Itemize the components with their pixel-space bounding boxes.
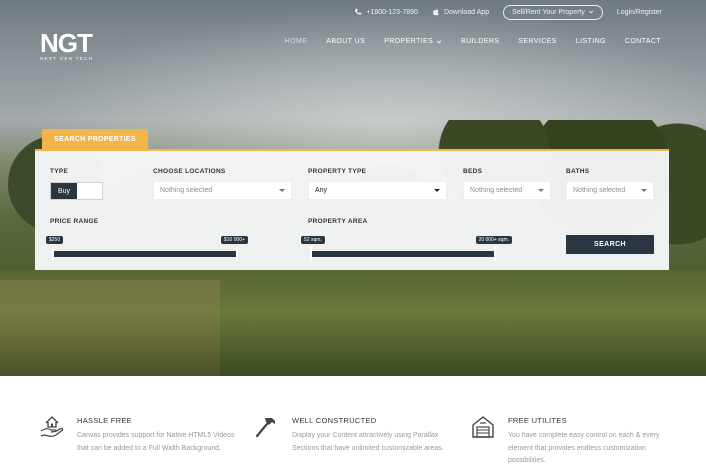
chevron-down-icon — [437, 40, 442, 44]
feature-description: Canvas provides support for Native HTML5… — [77, 432, 235, 452]
features-section: HASSLE FREE Canvas provides support for … — [0, 376, 706, 472]
search-properties-tab[interactable]: SEARCH PROPERTIES — [42, 129, 148, 149]
property-type-select[interactable]: Any — [308, 181, 447, 200]
type-buy-option[interactable]: Buy — [51, 183, 77, 199]
property-type-label: PROPERTY TYPE — [308, 168, 367, 175]
property-type-value: Any — [315, 187, 328, 194]
nav-properties-label: PROPERTIES — [384, 38, 434, 45]
feature-title: HASSLE FREE — [77, 416, 132, 425]
hero-grass — [0, 280, 220, 376]
location-label: CHOOSE LOCATIONS — [153, 168, 226, 175]
beds-value: Nothing selected — [470, 187, 523, 194]
download-app-label: Download App — [443, 8, 490, 16]
nav-contact-label: CONTACT — [624, 38, 661, 45]
caret-down-icon — [538, 189, 544, 192]
property-area-slider[interactable]: 52 sqm. 20 000+ sqm. — [301, 234, 512, 264]
baths-value: Nothing selected — [573, 187, 626, 194]
caret-down-icon — [641, 189, 647, 192]
caret-down-icon — [279, 189, 285, 192]
logo-mark: NGT — [40, 28, 93, 58]
caret-down-icon — [434, 189, 440, 192]
search-panel: TYPE Buy CHOOSE LOCATIONS Nothing select… — [35, 149, 669, 270]
site-logo[interactable]: NGT NEXT GEN TECH — [40, 28, 94, 61]
login-register-link[interactable]: Login/Register — [617, 9, 662, 16]
garage-icon — [472, 416, 494, 438]
chevron-down-icon — [588, 10, 593, 14]
baths-select[interactable]: Nothing selected — [566, 181, 654, 200]
nav-builders-label: BUILDERS — [461, 38, 500, 45]
hand-house-icon — [40, 416, 64, 437]
logo-subtitle: NEXT GEN TECH — [40, 56, 94, 61]
phone-number: +1800-123-7890 — [366, 8, 418, 16]
nav-listing[interactable]: LISTING — [576, 38, 606, 45]
property-area-label: PROPERTY AREA — [308, 218, 368, 225]
nav-builders[interactable]: BUILDERS — [461, 38, 499, 45]
nav-properties[interactable]: PROPERTIES — [384, 38, 442, 45]
area-max-handle[interactable] — [494, 247, 496, 261]
search-button[interactable]: SEARCH — [566, 235, 654, 254]
beds-label: BEDS — [463, 168, 483, 175]
area-track — [310, 251, 496, 257]
area-min-tooltip: 52 sqm. — [301, 236, 325, 244]
price-range-slider[interactable]: $250 $10 000+ — [46, 234, 248, 264]
area-max-tooltip: 20 000+ sqm. — [475, 236, 512, 244]
price-min-handle[interactable] — [52, 247, 54, 261]
beds-select[interactable]: Nothing selected — [463, 181, 551, 200]
main-nav: HOME ABOUT US PROPERTIES BUILDERS SERVIC… — [285, 38, 661, 45]
nav-listing-label: LISTING — [575, 38, 606, 45]
nav-services[interactable]: SERVICES — [518, 38, 556, 45]
nav-about[interactable]: ABOUT US — [326, 38, 365, 45]
nav-services-label: SERVICES — [518, 38, 557, 45]
price-min-tooltip: $250 — [46, 236, 64, 244]
nav-about-label: ABOUT US — [326, 38, 366, 45]
price-max-handle[interactable] — [236, 247, 238, 261]
nav-home[interactable]: HOME — [285, 38, 308, 45]
sell-rent-dropdown[interactable]: Sell/Rent Your Property — [503, 4, 603, 20]
price-range-label: PRICE RANGE — [50, 218, 99, 225]
price-max-tooltip: $10 000+ — [221, 236, 248, 244]
login-register-label: Login/Register — [616, 8, 662, 16]
phone-icon — [355, 8, 362, 15]
baths-label: BATHS — [566, 168, 590, 175]
phone-link[interactable]: +1800-123-7890 — [354, 8, 418, 16]
type-toggle[interactable]: Buy — [50, 182, 103, 200]
sell-rent-label: Sell/Rent Your Property — [512, 8, 585, 16]
area-min-handle[interactable] — [310, 247, 312, 261]
location-value: Nothing selected — [160, 187, 213, 194]
feature-description: You have complete easy control on each &… — [508, 432, 660, 464]
feature-title: WELL CONSTRUCTED — [292, 416, 377, 425]
type-label: TYPE — [50, 168, 69, 175]
apple-icon — [432, 8, 439, 16]
nav-home-label: HOME — [284, 38, 308, 45]
hammer-icon — [255, 418, 275, 438]
feature-description: Display your Content attractively using … — [292, 432, 444, 452]
price-track — [52, 251, 238, 257]
location-select[interactable]: Nothing selected — [153, 181, 292, 200]
feature-title: FREE UTILITES — [508, 416, 567, 425]
top-bar: +1800-123-7890 Download App Sell/Rent Yo… — [354, 4, 662, 20]
nav-contact[interactable]: CONTACT — [625, 38, 661, 45]
download-app-link[interactable]: Download App — [432, 8, 489, 16]
